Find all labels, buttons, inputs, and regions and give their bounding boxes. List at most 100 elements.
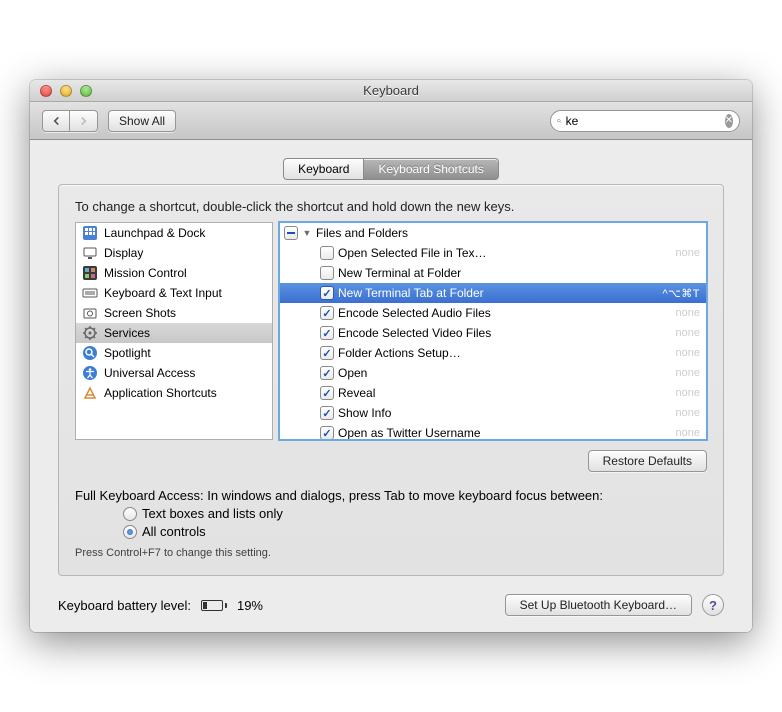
universal-icon (82, 365, 98, 381)
category-label: Launchpad & Dock (104, 226, 205, 240)
spotlight-icon (82, 345, 98, 361)
service-label: Open as Twitter Username (338, 426, 672, 440)
category-row[interactable]: Application Shortcuts (76, 383, 272, 403)
service-label: Folder Actions Setup… (338, 346, 672, 360)
category-label: Keyboard & Text Input (104, 286, 222, 300)
category-row[interactable]: Mission Control (76, 263, 272, 283)
shortcut-row[interactable]: Show Info none (280, 403, 706, 423)
category-row[interactable]: Spotlight (76, 343, 272, 363)
bluetooth-setup-button[interactable]: Set Up Bluetooth Keyboard… (505, 594, 692, 616)
shortcut-row[interactable]: Open as Twitter Username none (280, 423, 706, 440)
instruction-text: To change a shortcut, double-click the s… (75, 199, 707, 214)
shortcut-none: none (676, 407, 700, 419)
service-checkbox[interactable] (320, 346, 334, 360)
zoom-button[interactable] (80, 85, 92, 97)
shortcut-none: none (676, 427, 700, 439)
service-checkbox[interactable] (320, 286, 334, 300)
service-checkbox[interactable] (320, 386, 334, 400)
group-header-row[interactable]: ▼Files and Folders (280, 223, 706, 243)
toolbar: Show All ✕ (30, 102, 752, 140)
battery-icon (201, 600, 227, 611)
shortcuts-panel: To change a shortcut, double-click the s… (58, 184, 724, 576)
category-list[interactable]: Launchpad & Dock Display Mission Control Ke… (75, 222, 273, 440)
close-button[interactable] (40, 85, 52, 97)
service-label: Reveal (338, 386, 672, 400)
category-row[interactable]: Screen Shots (76, 303, 272, 323)
shortcut-none: none (676, 327, 700, 339)
service-checkbox[interactable] (320, 366, 334, 380)
shortcut-row[interactable]: Open Selected File in Tex…none (280, 243, 706, 263)
category-row[interactable]: Display (76, 243, 272, 263)
category-row[interactable]: Universal Access (76, 363, 272, 383)
screenshot-icon (82, 305, 98, 321)
category-row[interactable]: Launchpad & Dock (76, 223, 272, 243)
battery-label: Keyboard battery level: (58, 598, 191, 613)
mission-icon (82, 265, 98, 281)
category-row[interactable]: Services (76, 323, 272, 343)
radio-icon (123, 507, 137, 521)
launchpad-icon (82, 225, 98, 241)
category-label: Spotlight (104, 346, 151, 360)
shortcut-none: none (676, 247, 700, 259)
shortcut-keys[interactable]: ^⌥⌘T (662, 287, 700, 300)
service-label: Encode Selected Audio Files (338, 306, 672, 320)
show-all-button[interactable]: Show All (108, 110, 176, 132)
titlebar[interactable]: Keyboard (30, 80, 752, 102)
tabs: Keyboard Keyboard Shortcuts (58, 158, 724, 180)
shortcut-row[interactable]: Encode Selected Video Files none (280, 323, 706, 343)
disclosure-triangle-icon[interactable]: ▼ (302, 228, 312, 238)
shortcut-row[interactable]: Open none (280, 363, 706, 383)
display-icon (82, 245, 98, 261)
service-label: Encode Selected Video Files (338, 326, 672, 340)
service-label: New Terminal Tab at Folder (338, 286, 658, 300)
shortcut-row[interactable]: New Terminal at Folder (280, 263, 706, 283)
content-area: Keyboard Keyboard Shortcuts To change a … (30, 140, 752, 632)
keyboard-icon (82, 285, 98, 301)
group-checkbox[interactable] (284, 226, 298, 240)
shortcut-row[interactable]: Reveal none (280, 383, 706, 403)
radio-icon (123, 525, 137, 539)
shortcut-row[interactable]: Encode Selected Audio Filesnone (280, 303, 706, 323)
help-button[interactable]: ? (702, 594, 724, 616)
search-icon (557, 115, 562, 127)
category-label: Mission Control (104, 266, 187, 280)
service-checkbox[interactable] (320, 426, 334, 440)
category-label: Application Shortcuts (104, 386, 217, 400)
clear-search-button[interactable]: ✕ (725, 114, 733, 128)
category-label: Display (104, 246, 143, 260)
radio-text-boxes-only[interactable]: Text boxes and lists only (123, 506, 707, 521)
tab-keyboard[interactable]: Keyboard (283, 158, 364, 180)
shortcut-row[interactable]: New Terminal Tab at Folder ^⌥⌘T (280, 283, 706, 303)
minimize-button[interactable] (60, 85, 72, 97)
category-label: Universal Access (104, 366, 195, 380)
shortcut-none: none (676, 387, 700, 399)
shortcut-none: none (676, 347, 700, 359)
preferences-window: Keyboard Show All ✕ Keyboard Keyboard Sh… (30, 80, 752, 632)
service-label: Show Info (338, 406, 672, 420)
service-checkbox[interactable] (320, 326, 334, 340)
nav-segment (42, 110, 98, 132)
forward-button[interactable] (70, 110, 98, 132)
search-input[interactable] (566, 114, 721, 128)
service-checkbox[interactable] (320, 406, 334, 420)
category-label: Screen Shots (104, 306, 176, 320)
service-checkbox[interactable] (320, 306, 334, 320)
tab-shortcuts[interactable]: Keyboard Shortcuts (364, 158, 498, 180)
category-row[interactable]: Keyboard & Text Input (76, 283, 272, 303)
footer: Keyboard battery level: 19% Set Up Bluet… (58, 594, 724, 616)
service-label: Open (338, 366, 672, 380)
service-checkbox[interactable] (320, 246, 334, 260)
search-field[interactable]: ✕ (550, 110, 740, 132)
shortcut-row[interactable]: Folder Actions Setup… none (280, 343, 706, 363)
fka-hint: Press Control+F7 to change this setting. (75, 547, 707, 559)
radio-all-controls[interactable]: All controls (123, 524, 707, 539)
app-icon (82, 385, 98, 401)
service-checkbox[interactable] (320, 266, 334, 280)
shortcut-none: none (676, 367, 700, 379)
window-title: Keyboard (30, 83, 752, 98)
shortcut-list[interactable]: ▼Files and FoldersOpen Selected File in … (279, 222, 707, 440)
category-label: Services (104, 326, 150, 340)
back-button[interactable] (42, 110, 70, 132)
restore-defaults-button[interactable]: Restore Defaults (588, 450, 707, 472)
full-keyboard-access-label: Full Keyboard Access: In windows and dia… (75, 488, 707, 503)
